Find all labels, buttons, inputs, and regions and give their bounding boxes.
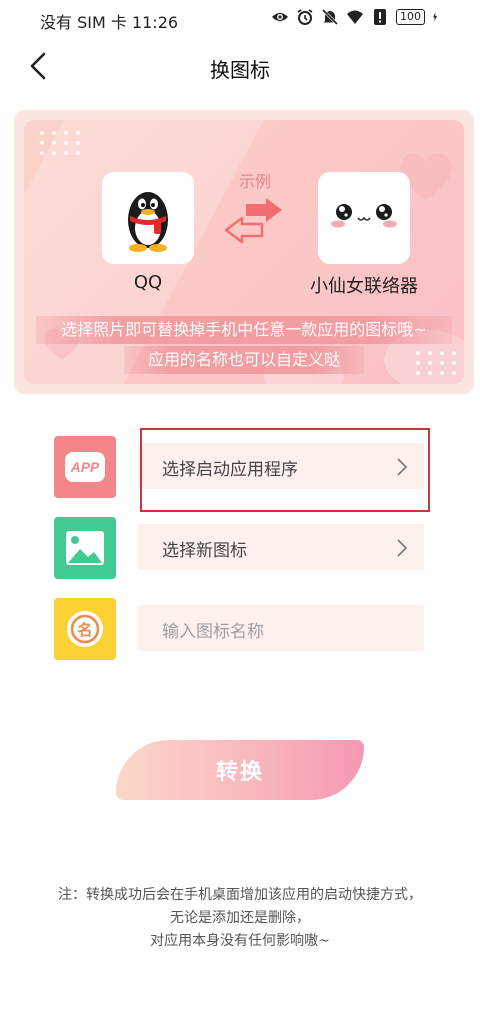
eye-icon bbox=[272, 13, 288, 21]
source-app-name: QQ bbox=[133, 272, 163, 293]
mute-icon bbox=[321, 8, 339, 26]
sim-alert-icon bbox=[374, 9, 386, 25]
fairy-app-tile bbox=[318, 172, 410, 264]
page-title: 换图标 bbox=[210, 58, 270, 82]
swap-arrows-icon bbox=[224, 198, 282, 244]
name-icon: 名 bbox=[54, 598, 116, 660]
svg-text:名: 名 bbox=[77, 621, 92, 639]
icon-name-placeholder: 输入图标名称 bbox=[162, 622, 264, 642]
chevron-right-icon bbox=[397, 539, 408, 557]
qq-app-tile bbox=[102, 172, 194, 264]
selection-highlight bbox=[140, 428, 430, 512]
note-line: 对应用本身没有任何影响嗷~ bbox=[150, 933, 330, 949]
status-bar: 没有 SIM 卡 11:26 100 bbox=[0, 0, 480, 38]
convert-label: 转换 bbox=[215, 760, 264, 785]
convert-button[interactable]: 转换 bbox=[116, 740, 364, 800]
select-icon-label: 选择新图标 bbox=[162, 541, 247, 561]
wifi-icon bbox=[347, 10, 363, 24]
app-icon: APP bbox=[54, 436, 116, 498]
target-app-name: 小仙女联络器 bbox=[310, 276, 418, 297]
qq-penguin-icon bbox=[128, 192, 168, 252]
icon-name-input[interactable]: 输入图标名称 bbox=[138, 605, 424, 651]
example-label: 示例 bbox=[238, 172, 271, 191]
decor-dots bbox=[36, 128, 84, 158]
image-icon bbox=[54, 517, 116, 579]
example-banner: 示例 QQ 小仙女联络器 选择照片即可替换掉手机中任意一款应用的图标哦~ 应用的… bbox=[14, 110, 474, 394]
status-icons: 100 bbox=[271, 8, 442, 26]
select-icon-field[interactable]: 选择新图标 bbox=[138, 524, 424, 570]
alarm-icon bbox=[297, 9, 313, 25]
note-line: 注：转换成功后会在手机桌面增加该应用的启动快捷方式， bbox=[58, 887, 422, 903]
cute-face-icon bbox=[331, 204, 397, 228]
banner-background: 示例 QQ 小仙女联络器 选择照片即可替换掉手机中任意一款应用的图标哦~ 应用的… bbox=[24, 120, 464, 384]
banner-description: 选择照片即可替换掉手机中任意一款应用的图标哦~ bbox=[36, 316, 452, 344]
battery-icon: 100 bbox=[396, 9, 425, 25]
banner-description-sub: 应用的名称也可以自定义哒 bbox=[124, 346, 364, 374]
carrier-time: 没有 SIM 卡 11:26 bbox=[40, 13, 179, 32]
svg-text:APP: APP bbox=[70, 459, 100, 475]
charging-icon bbox=[433, 12, 437, 22]
note-line: 无论是添加还是删除， bbox=[170, 910, 310, 926]
header: 换图标 bbox=[0, 44, 480, 88]
